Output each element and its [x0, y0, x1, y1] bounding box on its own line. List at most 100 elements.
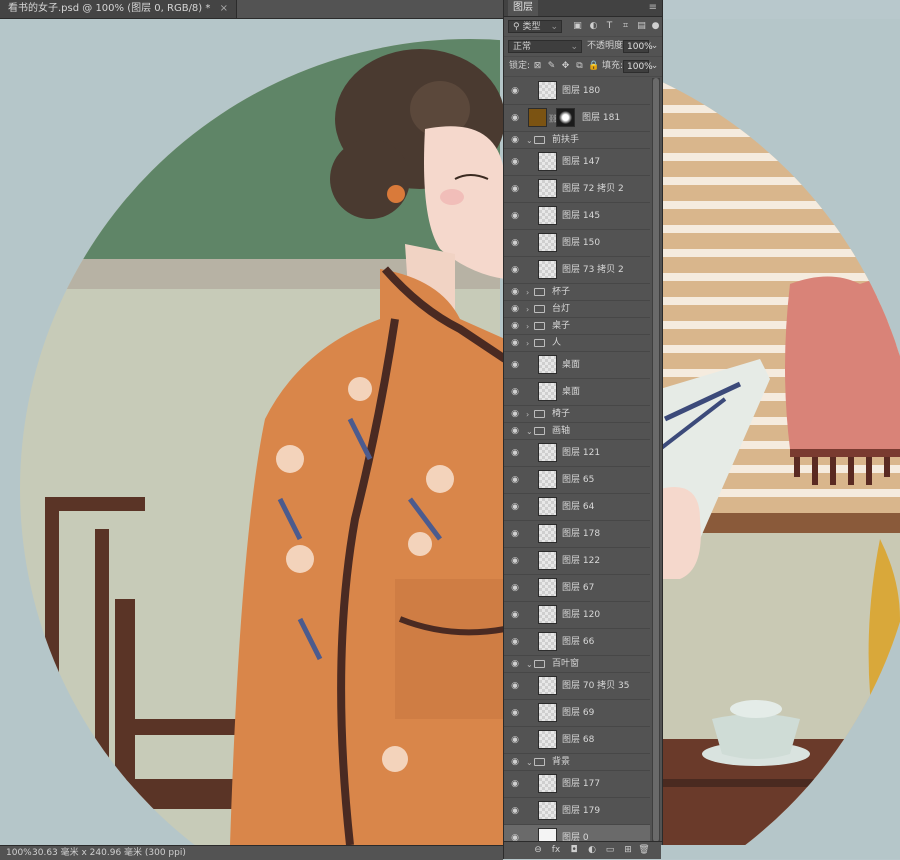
layer-row[interactable]: ◉ 图层 67 [504, 575, 650, 602]
visibility-eye-icon[interactable]: ◉ [509, 112, 521, 124]
layer-row[interactable]: ◉ 图层 72 拷贝 2 [504, 176, 650, 203]
chevron-right-icon[interactable]: › [526, 406, 529, 423]
filter-toggle-icon[interactable]: ● [650, 21, 661, 32]
opacity-field[interactable]: 100% [623, 40, 653, 53]
visibility-eye-icon[interactable]: ◉ [509, 609, 521, 621]
layer-row[interactable]: ◉ 桌面 [504, 352, 650, 379]
visibility-eye-icon[interactable]: ◉ [509, 756, 521, 768]
layer-row[interactable]: ◉ 图层 150 [504, 230, 650, 257]
visibility-eye-icon[interactable]: ◉ [509, 707, 521, 719]
layer-row[interactable]: ◉ 图层 120 [504, 602, 650, 629]
delete-layer-icon[interactable]: 🗑 [638, 844, 650, 856]
zoom-level[interactable]: 100% [6, 846, 32, 860]
chevron-down-icon[interactable]: ⌄ [526, 656, 533, 673]
visibility-eye-icon[interactable]: ◉ [509, 555, 521, 567]
visibility-eye-icon[interactable]: ◉ [509, 264, 521, 276]
adjustment-layer-icon[interactable]: ◐ [586, 844, 598, 856]
visibility-eye-icon[interactable]: ◉ [509, 303, 521, 315]
visibility-eye-icon[interactable]: ◉ [509, 805, 521, 817]
layer-group[interactable]: ◉ › 台灯 [504, 301, 650, 318]
chevron-down-icon[interactable]: ⌄ [526, 132, 533, 149]
lock-transparent-icon[interactable]: ⊠ [532, 61, 543, 72]
layer-group[interactable]: ◉ › 椅子 [504, 406, 650, 423]
layer-row[interactable]: ◉ 图层 68 [504, 727, 650, 754]
layer-row[interactable]: ◉ 图层 145 [504, 203, 650, 230]
layer-row[interactable]: ◉ 图层 69 [504, 700, 650, 727]
shape-filter-icon[interactable]: ⌗ [620, 21, 631, 32]
layer-group[interactable]: ◉ ⌄ 前扶手 [504, 132, 650, 149]
adjustment-filter-icon[interactable]: ◐ [588, 21, 599, 32]
chevron-down-icon[interactable]: ⌄ [649, 61, 660, 72]
lock-artboard-icon[interactable]: ⧉ [574, 61, 585, 72]
chevron-right-icon[interactable]: › [526, 335, 529, 352]
visibility-eye-icon[interactable]: ◉ [509, 528, 521, 540]
fill-field[interactable]: 100% [623, 60, 653, 73]
visibility-eye-icon[interactable]: ◉ [509, 408, 521, 420]
fx-icon[interactable]: fx [550, 844, 562, 856]
new-group-icon[interactable]: ▭ [604, 844, 616, 856]
chevron-down-icon[interactable]: ⌄ [526, 423, 533, 440]
smart-object-filter-icon[interactable]: ▤ [636, 21, 647, 32]
layer-row[interactable]: ◉ 图层 122 [504, 548, 650, 575]
layer-group[interactable]: ◉ › 人 [504, 335, 650, 352]
visibility-eye-icon[interactable]: ◉ [509, 386, 521, 398]
image-filter-icon[interactable]: ▣ [572, 21, 583, 32]
visibility-eye-icon[interactable]: ◉ [509, 286, 521, 298]
visibility-eye-icon[interactable]: ◉ [509, 658, 521, 670]
layer-row[interactable]: ◉ 图层 121 [504, 440, 650, 467]
add-mask-icon[interactable]: ◘ [568, 844, 580, 856]
visibility-eye-icon[interactable]: ◉ [509, 183, 521, 195]
visibility-eye-icon[interactable]: ◉ [509, 778, 521, 790]
visibility-eye-icon[interactable]: ◉ [509, 320, 521, 332]
scrollbar-thumb[interactable] [653, 78, 659, 842]
type-filter-icon[interactable]: T [604, 21, 615, 32]
layer-group[interactable]: ◉ › 桌子 [504, 318, 650, 335]
layer-group[interactable]: ◉ ⌄ 背景 [504, 754, 650, 771]
visibility-eye-icon[interactable]: ◉ [509, 425, 521, 437]
visibility-eye-icon[interactable]: ◉ [509, 501, 521, 513]
visibility-eye-icon[interactable]: ◉ [509, 474, 521, 486]
layer-group[interactable]: ◉ ⌄ 百叶窗 [504, 656, 650, 673]
new-layer-icon[interactable]: ⊞ [622, 844, 634, 856]
visibility-eye-icon[interactable]: ◉ [509, 636, 521, 648]
close-icon[interactable]: × [220, 3, 228, 14]
visibility-eye-icon[interactable]: ◉ [509, 237, 521, 249]
visibility-eye-icon[interactable]: ◉ [509, 582, 521, 594]
visibility-eye-icon[interactable]: ◉ [509, 734, 521, 746]
visibility-eye-icon[interactable]: ◉ [509, 85, 521, 97]
lock-all-icon[interactable]: 🔒 [588, 61, 599, 72]
link-layers-icon[interactable]: ⊖ [532, 844, 544, 856]
panel-menu-icon[interactable]: ≡ [649, 2, 657, 13]
layer-row[interactable]: ◉ 图层 147 [504, 149, 650, 176]
layer-group[interactable]: ◉ ⌄ 画轴 [504, 423, 650, 440]
layer-row[interactable]: ◉ 图层 179 [504, 798, 650, 825]
lock-move-icon[interactable]: ✥ [560, 61, 571, 72]
layer-row[interactable]: ◉ 图层 0 [504, 825, 650, 842]
layer-filter-select[interactable]: ⚲ 类型 ⌄ [508, 20, 562, 33]
layer-row[interactable]: ◉ 图层 65 [504, 467, 650, 494]
layer-row[interactable]: ◉ 图层 64 [504, 494, 650, 521]
layers-panel-tab[interactable]: 图层 [508, 0, 538, 16]
chevron-right-icon[interactable]: › [526, 318, 529, 335]
layer-row[interactable]: ◉ 图层 70 拷贝 35 [504, 673, 650, 700]
layer-row[interactable]: ◉ 图层 180 [504, 78, 650, 105]
chevron-right-icon[interactable]: › [526, 284, 529, 301]
visibility-eye-icon[interactable]: ◉ [509, 359, 521, 371]
document-tab[interactable]: 看书的女子.psd @ 100% (图层 0, RGB/8) * × [0, 0, 237, 18]
chevron-right-icon[interactable]: › [526, 301, 529, 318]
layer-row[interactable]: ◉ 图层 73 拷贝 2 [504, 257, 650, 284]
layer-row[interactable]: ◉ 桌面 [504, 379, 650, 406]
layer-row[interactable]: ◉ 图层 66 [504, 629, 650, 656]
chevron-down-icon[interactable]: ⌄ [526, 754, 533, 771]
layer-list-scrollbar[interactable] [652, 78, 660, 842]
visibility-eye-icon[interactable]: ◉ [509, 210, 521, 222]
layer-row[interactable]: ◉ 图层 178 [504, 521, 650, 548]
chevron-down-icon[interactable]: ⌄ [649, 41, 660, 52]
lock-brush-icon[interactable]: ✎ [546, 61, 557, 72]
visibility-eye-icon[interactable]: ◉ [509, 156, 521, 168]
layer-group[interactable]: ◉ › 杯子 [504, 284, 650, 301]
layer-mask-thumbnail[interactable] [556, 108, 575, 127]
visibility-eye-icon[interactable]: ◉ [509, 134, 521, 146]
layer-row[interactable]: ◉ 图层 177 [504, 771, 650, 798]
blend-mode-select[interactable]: 正常 ⌄ [508, 40, 582, 53]
